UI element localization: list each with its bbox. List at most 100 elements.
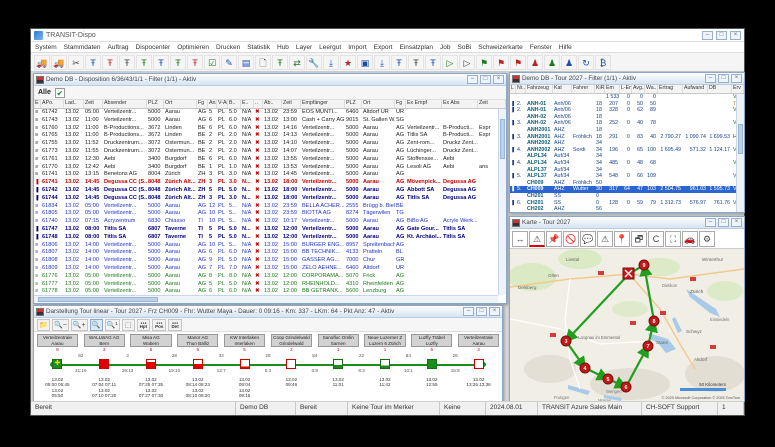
menu-item[interactable]: Hilfe xyxy=(559,44,572,51)
table-row[interactable]: ❚❚ 6174413.0214:45 Degussa CC (S...8048Z… xyxy=(34,195,498,203)
station-node[interactable] xyxy=(333,359,343,369)
column-header[interactable]: Nr.. xyxy=(516,85,526,93)
station-node[interactable] xyxy=(240,359,250,369)
table-row[interactable]: ❚ 4.ANH2002AHZ Sordi34196 065100 1 695.4… xyxy=(510,147,736,154)
toolbar-icon[interactable]: 🚚 xyxy=(34,55,50,70)
zoom-out-icon[interactable]: 🔍− xyxy=(52,319,69,331)
column-header[interactable]: Zeit xyxy=(282,100,301,108)
map-tool-icon[interactable]: 📍 xyxy=(614,231,630,247)
station-label[interactable]: Manor AGThun Bälliz xyxy=(177,334,218,347)
table-row[interactable]: ALPL37Auf/34 34 xyxy=(510,167,736,174)
table-row[interactable]: ❚❚ 6174213.0214:45 Degussa CC (S...8048Z… xyxy=(34,187,498,195)
station[interactable]: VerteilzentraleAarau 3 xyxy=(455,334,502,353)
toolbar-icon[interactable]: ⤓ xyxy=(374,55,390,70)
maximize-icon[interactable]: □ xyxy=(716,31,727,40)
column-header[interactable]: DB xyxy=(708,85,732,93)
map-tool-icon[interactable]: ⚙ xyxy=(699,231,715,247)
toolbar-icon[interactable]: ✂ xyxy=(68,55,84,70)
toolbar-icon[interactable]: Ŧ xyxy=(170,55,186,70)
map-tool-icon[interactable]: ↔ xyxy=(512,231,528,247)
menu-item[interactable]: Layer xyxy=(296,44,312,51)
table-row[interactable]: ≡ 6176013.0211:00 B-Productions...3672Li… xyxy=(34,125,498,133)
station[interactable]: WALLWAG AGBern 3 xyxy=(81,334,128,353)
station-node[interactable] xyxy=(99,359,109,369)
column-header[interactable]: E xyxy=(34,100,41,108)
stop-marker[interactable]: 9 xyxy=(639,260,649,270)
station[interactable]: Neue Luzerner ZLuzern 6 Zürich 1 xyxy=(362,334,409,353)
column-header[interactable]: Anz xyxy=(208,100,217,108)
vertical-scrollbar[interactable] xyxy=(498,109,506,295)
station[interactable]: Luzfly TräbelLuzfly 6 xyxy=(408,334,455,353)
table-row[interactable]: ❚ 2.ANH-01Anh/06 18328 06289 Ver xyxy=(510,107,736,114)
table-row[interactable]: ❚ 5.ALPL37Auf/34 34548 066109 Ver xyxy=(510,173,736,180)
column-header[interactable]: Fahrzeug xyxy=(526,85,553,93)
menu-item[interactable]: Leergut xyxy=(319,44,341,51)
scrollbar-thumb[interactable] xyxy=(738,124,743,154)
table-row[interactable]: ❚ 5.CH009AHZ Wutter30317 6447103 2 504.7… xyxy=(510,186,736,193)
column-header[interactable]: Fg xyxy=(395,100,406,108)
tour-titlebar[interactable]: Demo DB - Tour 2027 - Filter (1/1) - Akt… xyxy=(510,73,744,85)
table-row[interactable]: ≡ 6174313.0211:00 Verteilzentr...5000Aar… xyxy=(34,117,498,125)
column-header[interactable]: Absender xyxy=(103,100,147,108)
table-row[interactable]: ≡ 6180613.0214:00 Verteilzentr...5000Aar… xyxy=(34,242,498,250)
table-row[interactable]: ❚❚ 6174813.0208:00 Titlis SA6807Taverne … xyxy=(34,234,498,242)
maximize-icon[interactable]: □ xyxy=(476,307,487,316)
table-row[interactable]: ≡ 6177613.0205:00 Verteilzentr...5000Aar… xyxy=(34,273,498,281)
column-header[interactable]: Wa... xyxy=(645,85,658,93)
column-header[interactable]: Erv xyxy=(732,85,744,93)
table-row[interactable]: ≡ 6180813.0214:00 Verteilzentr...5000Aar… xyxy=(34,257,498,265)
column-header[interactable]: Kat xyxy=(553,85,572,93)
menu-item[interactable]: SoBi xyxy=(458,44,472,51)
table-row[interactable]: ≡ 6180513.0205:00 Verteilzentr...5000Aar… xyxy=(34,210,498,218)
toolbar-icon[interactable]: Ŧ xyxy=(85,55,101,70)
toolbar-icon[interactable]: 🔧 xyxy=(306,55,322,70)
close-icon[interactable]: × xyxy=(731,218,742,227)
toolbar-icon[interactable]: Ŧ xyxy=(153,55,169,70)
menu-item[interactable]: Einsatzplan xyxy=(399,44,433,51)
hpt-button[interactable]: ●●● Hpt xyxy=(137,319,151,331)
map-tool-icon[interactable]: C xyxy=(648,231,664,247)
column-header[interactable]: Ort xyxy=(362,100,395,108)
table-row[interactable]: ❚ 4.ALPL34Auf/34 34485 04868 Ver xyxy=(510,160,736,167)
toolbar-icon[interactable]: ▣ xyxy=(357,55,373,70)
table-row[interactable]: ❚ 6.CH201SS 0128 05979 1 312.73576.97761… xyxy=(510,200,736,207)
station[interactable]: Sanofluc OmlinSarnen 1 xyxy=(315,334,362,353)
toolbar-icon[interactable]: Ŧ xyxy=(408,55,424,70)
station-label[interactable]: VerteilzentraleAarau xyxy=(458,334,499,347)
minimize-icon[interactable]: – xyxy=(702,31,713,40)
table-row[interactable]: ≡ 6174213.0205:00 Verteilzentr...5000Aar… xyxy=(34,109,498,117)
zoom-in-icon[interactable]: 🔍+ xyxy=(71,319,88,331)
close-icon[interactable]: × xyxy=(731,74,742,83)
close-icon[interactable]: × xyxy=(493,75,504,84)
toolbar-icon[interactable]: ★ xyxy=(340,55,356,70)
menu-item[interactable]: Auftrag xyxy=(108,44,129,51)
table-row[interactable]: CH201SS 0 xyxy=(510,193,736,200)
toolbar-icon[interactable]: ▷ xyxy=(442,55,458,70)
column-header[interactable]: Aufwand xyxy=(683,85,708,93)
column-header[interactable]: Ex Empf xyxy=(406,100,442,108)
station-node[interactable] xyxy=(380,359,390,369)
stop-marker[interactable]: 3 xyxy=(561,336,571,346)
map-titlebar[interactable]: Karte - Tour 2027 – □ × xyxy=(510,217,744,229)
table-row[interactable]: ≡ 6177813.0205:00 Verteilzentr...5000Aar… xyxy=(34,288,498,295)
table-row[interactable]: ANH2001AHZ 18 xyxy=(510,127,736,134)
column-header[interactable]: Ertrag xyxy=(658,85,683,93)
station[interactable]: Coop GrindelwaldGrindelwald 2 xyxy=(268,334,315,353)
table-row[interactable]: ❚❚ 6174713.0208:00 Titlis SA6807Taverne … xyxy=(34,226,498,234)
maximize-icon[interactable]: □ xyxy=(718,218,729,227)
zoom-one-icon[interactable]: 🔍¹ xyxy=(105,319,120,331)
column-header[interactable]: Zeit xyxy=(84,100,103,108)
column-header[interactable]: APo. xyxy=(41,100,64,108)
menu-item[interactable]: Job xyxy=(440,44,450,51)
table-row[interactable]: ≡ 6175513.0211:52 Druckzentrum...3072Ost… xyxy=(34,140,498,148)
map-tool-icon[interactable]: 🚫 xyxy=(563,231,579,247)
column-header[interactable]: Ab.. xyxy=(263,100,282,108)
maximize-icon[interactable]: □ xyxy=(480,75,491,84)
menu-item[interactable]: Statistik xyxy=(247,44,270,51)
menu-item[interactable]: Fenster xyxy=(530,44,552,51)
column-header[interactable]: Em xyxy=(605,85,620,93)
table-row[interactable]: ≡ 6177013.0212:42 Aebi3400Burgdorf BE1PL… xyxy=(34,164,498,172)
map-tool-icon[interactable]: ⛶ xyxy=(665,231,681,247)
station-label[interactable]: Misa AGWabern xyxy=(130,334,171,347)
map-tool-icon[interactable]: 💬 xyxy=(580,231,596,247)
